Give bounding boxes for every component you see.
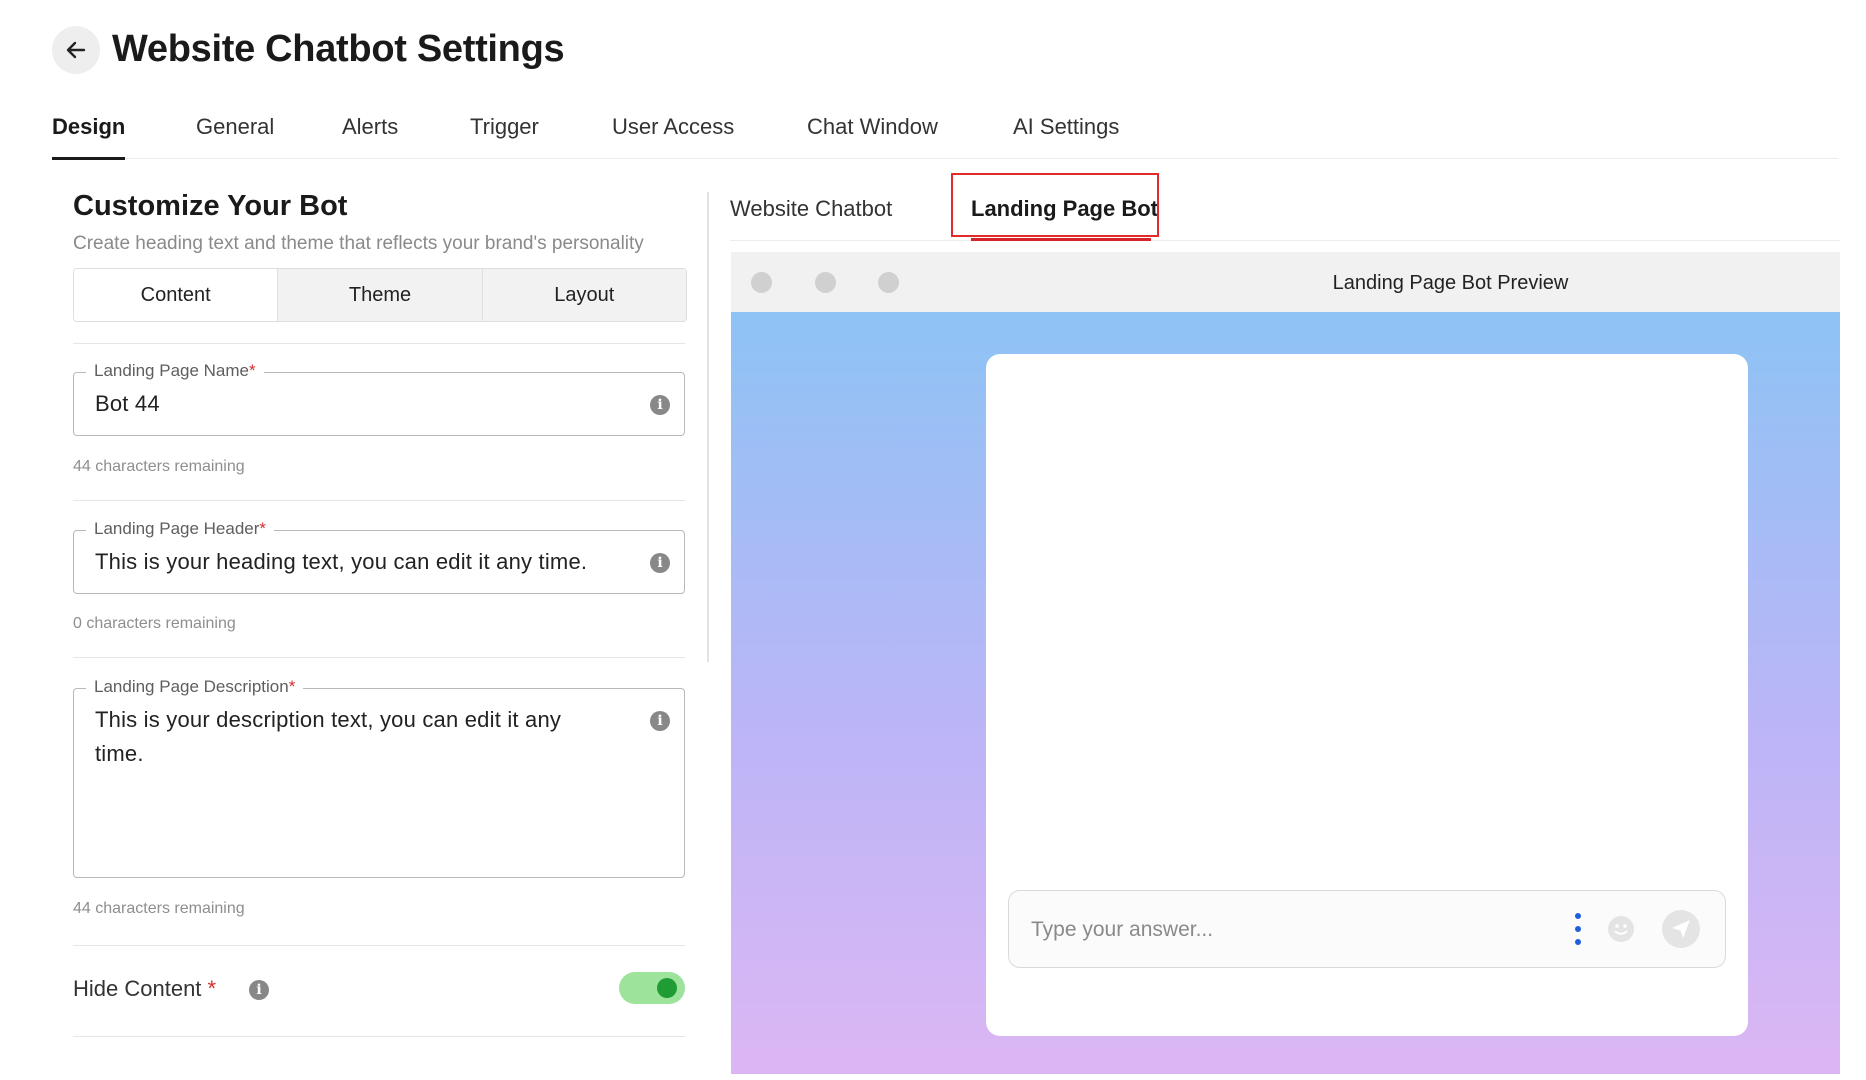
chat-answer-input[interactable]: Type your answer... bbox=[1008, 890, 1726, 968]
field-label: Landing Page Name* bbox=[86, 361, 264, 381]
preview-background: Type your answer... bbox=[731, 312, 1840, 1074]
tab-alerts[interactable]: Alerts bbox=[342, 114, 398, 152]
divider bbox=[73, 343, 685, 344]
landing-page-description-field[interactable]: Landing Page Description* This is your d… bbox=[73, 677, 685, 878]
divider bbox=[73, 657, 685, 658]
content-theme-layout-switch: Content Theme Layout bbox=[73, 268, 687, 322]
divider bbox=[73, 945, 685, 946]
segment-content[interactable]: Content bbox=[74, 269, 278, 321]
tab-design[interactable]: Design bbox=[52, 114, 126, 160]
landing-page-bot-preview: Landing Page Bot Preview Type your answe… bbox=[731, 252, 1840, 1074]
send-icon[interactable] bbox=[1661, 909, 1701, 949]
segment-theme[interactable]: Theme bbox=[277, 269, 482, 321]
landing-page-header-field[interactable]: Landing Page Header* This is your headin… bbox=[73, 519, 685, 594]
divider bbox=[73, 500, 685, 501]
info-icon[interactable]: i bbox=[249, 980, 269, 1000]
kebab-menu-icon[interactable] bbox=[1575, 913, 1581, 945]
field-value: Bot 44 bbox=[95, 391, 160, 416]
section-title: Customize Your Bot bbox=[73, 190, 348, 222]
highlight-box bbox=[951, 173, 1159, 237]
section-subtitle: Create heading text and theme that refle… bbox=[73, 233, 644, 254]
tab-ai-settings[interactable]: AI Settings bbox=[1013, 114, 1119, 152]
tab-trigger[interactable]: Trigger bbox=[470, 114, 539, 152]
field-value: This is your heading text, you can edit … bbox=[95, 549, 588, 574]
field-label: Landing Page Description* bbox=[86, 677, 304, 697]
field-label: Landing Page Header* bbox=[86, 519, 275, 539]
name-helper-text: 44 characters remaining bbox=[73, 458, 245, 475]
input-placeholder: Type your answer... bbox=[1031, 918, 1214, 941]
info-icon[interactable]: i bbox=[650, 553, 670, 573]
hide-content-label: Hide Content * bbox=[73, 976, 217, 1001]
tab-website-chatbot[interactable]: Website Chatbot bbox=[730, 196, 892, 222]
chat-card: Type your answer... bbox=[986, 354, 1748, 1036]
landing-page-name-field[interactable]: Landing Page Name* Bot 44 i bbox=[73, 361, 685, 436]
info-icon[interactable]: i bbox=[650, 711, 670, 731]
arrow-left-icon bbox=[66, 41, 86, 59]
tab-general[interactable]: General bbox=[196, 114, 274, 152]
info-icon[interactable]: i bbox=[650, 395, 670, 415]
active-tab-underline bbox=[971, 238, 1151, 241]
panel-divider bbox=[707, 192, 709, 662]
toggle-knob bbox=[657, 978, 677, 998]
customize-panel: Customize Your Bot Create heading text a… bbox=[73, 190, 688, 1037]
hide-content-toggle[interactable] bbox=[619, 972, 685, 1004]
back-button[interactable] bbox=[52, 26, 100, 74]
field-value: This is your description text, you can e… bbox=[95, 707, 562, 766]
description-helper-text: 44 characters remaining bbox=[73, 900, 245, 917]
preview-window-bar: Landing Page Bot Preview bbox=[731, 252, 1840, 312]
header-helper-text: 0 characters remaining bbox=[73, 615, 236, 632]
segment-layout[interactable]: Layout bbox=[481, 269, 686, 321]
page-title: Website Chatbot Settings bbox=[112, 28, 565, 70]
preview-title: Landing Page Bot Preview bbox=[1332, 272, 1569, 294]
divider bbox=[73, 1036, 685, 1037]
tab-chat-window[interactable]: Chat Window bbox=[807, 114, 938, 152]
tab-user-access[interactable]: User Access bbox=[612, 114, 734, 152]
emoji-icon[interactable] bbox=[1607, 915, 1635, 943]
divider bbox=[730, 240, 1840, 241]
settings-tabs: Design General Alerts Trigger User Acces… bbox=[52, 110, 1838, 160]
